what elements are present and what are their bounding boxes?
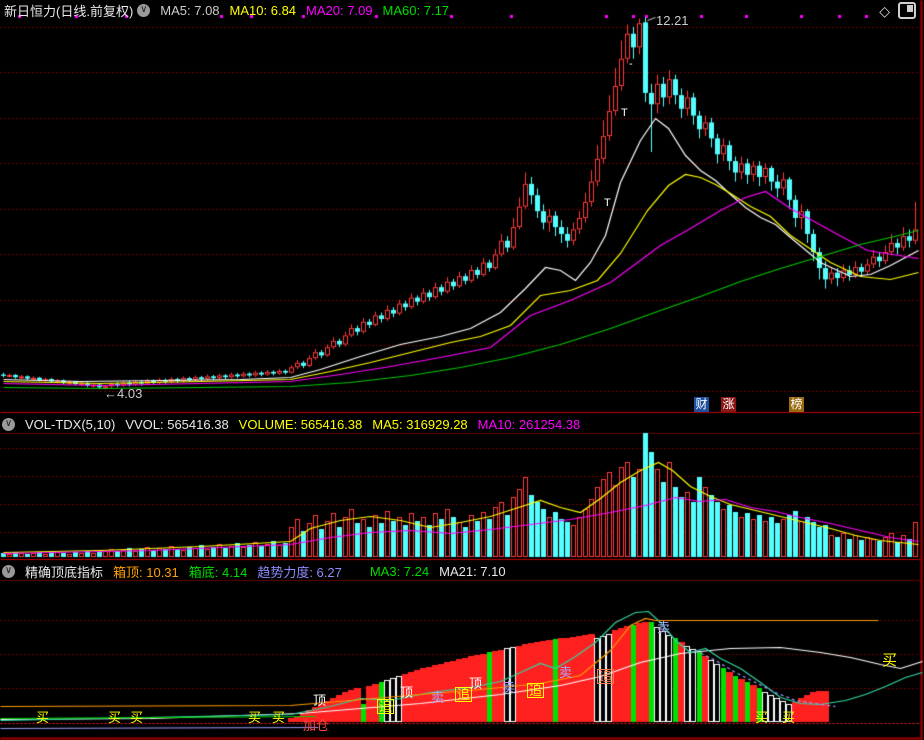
chevron-down-icon[interactable]: ∨ [2,417,15,431]
peak-price-label: 12.21 [656,13,689,28]
box-top-readout: 箱顶: 10.31 [113,564,179,580]
header-tools: ◇ [879,2,916,19]
chart-canvas[interactable] [0,0,924,740]
big-buy-label: 买 [882,652,898,669]
indicator-name: 精确顶底指标 [25,564,104,580]
ma5-readout: MA5: 7.08 [160,2,220,18]
buy-label: 买 [782,710,796,725]
buy-label: 买 [108,710,122,725]
signal-label: 加仓 [303,718,330,733]
diamond-icon[interactable]: ◇ [879,4,890,18]
volume-readout: VOLUME: 565416.38 [238,416,363,432]
signal-label: 顶 [400,685,414,700]
buy-label: 买 [130,710,144,725]
volume-header: ∨ VOL-TDX(5,10) VVOL: 565416.38 VOLUME: … [0,414,920,434]
indicator-ma3-readout: MA3: 7.24 [369,563,430,579]
signal-label: 卖 [502,680,516,695]
buy-label: 买 [36,710,50,725]
watermark-cai: 财 [694,397,709,412]
ma10-readout: MA10: 6.84 [229,2,297,18]
window-layout-icon[interactable] [898,2,916,19]
signal-label: 卖 [657,620,671,635]
candle-mark: T [621,107,628,119]
box-bottom-readout: 箱底: 4.14 [188,564,248,580]
volume-indicator-name: VOL-TDX(5,10) [25,416,116,432]
signal-label: 追 [597,669,615,684]
indicator-header: ∨ 精确顶底指标 箱顶: 10.31 箱底: 4.14 趋势力度: 6.27 M… [0,561,920,581]
ma20-readout: MA20: 7.09 [306,2,373,18]
watermark-zhang: 涨 [721,397,736,412]
ma60-readout: MA60: 7.17 [382,2,450,18]
chevron-down-icon[interactable]: ∨ [2,564,15,578]
trend-readout: 趋势力度: 6.27 [257,564,342,580]
chevron-down-icon[interactable]: ∨ [137,3,151,17]
signal-label: 顶 [313,693,327,708]
main-chart-header: 新日恒力(日线.前复权) ∨ MA5: 7.08 MA10: 6.84 MA20… [0,0,920,20]
vvol-readout: VVOL: 565416.38 [125,416,229,432]
watermark-bang: 榜 [789,397,804,412]
candle-mark: - [629,58,633,70]
buy-label: 买 [272,710,286,725]
buy-label: 买 [248,710,262,725]
low-price-label: ←4.03 [104,386,143,401]
chart-title: 新日恒力(日线.前复权) [4,3,134,19]
indicator-ma21-readout: MA21: 7.10 [439,563,506,579]
volume-ma5-readout: MA5: 316929.28 [372,416,468,432]
buy-label: 买 [755,710,769,725]
candle-mark: T [604,197,611,209]
signal-label: 顶 [469,676,483,691]
signal-label: 卖 [559,665,573,680]
signal-label: 追 [527,683,545,698]
signal-label: 追 [377,699,395,714]
volume-ma10-readout: MA10: 261254.38 [477,416,581,432]
trading-app-window: 新日恒力(日线.前复权) ∨ MA5: 7.08 MA10: 6.84 MA20… [0,0,924,740]
signal-label: 卖 [431,690,445,705]
